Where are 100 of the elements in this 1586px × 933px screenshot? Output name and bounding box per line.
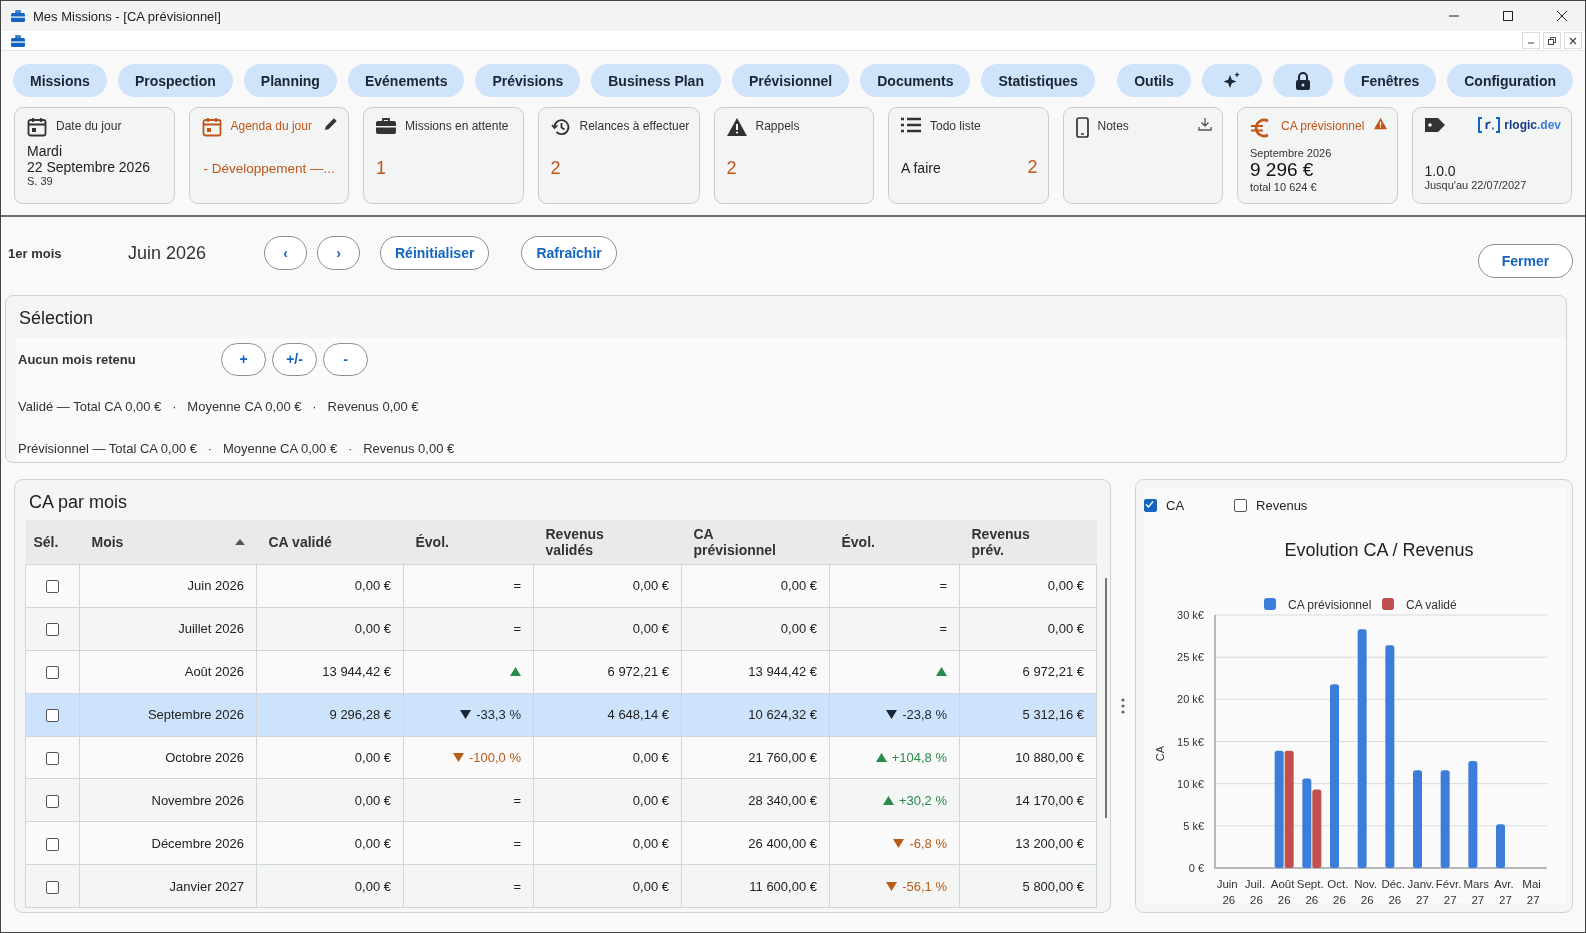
maximize-icon[interactable] bbox=[1503, 11, 1513, 21]
table-row[interactable]: Août 2026 13 944,42 € 6 972,21 € 13 944,42 € 6 972,21 € bbox=[25, 650, 1097, 694]
axis-tick-label: 0 € bbox=[1188, 862, 1204, 874]
selection-button[interactable]: +/- bbox=[272, 342, 317, 376]
card-title: Date du jour bbox=[56, 118, 123, 133]
bar[interactable] bbox=[1274, 750, 1284, 868]
logo-icon bbox=[1478, 117, 1501, 133]
dashboard-card[interactable]: rlogic.dev 1.0.0 Jusqu'au 22/07/2027 bbox=[1411, 107, 1572, 204]
checkbox[interactable] bbox=[1144, 498, 1157, 512]
nav-button[interactable]: Fenêtres bbox=[1343, 64, 1437, 97]
todo-label: A faire bbox=[901, 159, 941, 176]
dashboard-card[interactable]: Rappels 2 bbox=[713, 107, 874, 204]
download-icon[interactable] bbox=[1198, 117, 1212, 131]
table-cell: 5 800,00 € bbox=[959, 864, 1097, 908]
scrollbar[interactable] bbox=[1105, 578, 1107, 818]
nav-button[interactable]: Missions bbox=[13, 64, 107, 97]
close-button[interactable]: Fermer bbox=[1478, 244, 1573, 278]
restore-icon[interactable] bbox=[1548, 36, 1556, 45]
refresh-button[interactable]: Rafraîchir bbox=[521, 236, 617, 270]
table-row[interactable]: Novembre 2026 0,00 € = 0,00 € 28 340,00 € +30,2 % 14 170,00 € bbox=[25, 778, 1097, 822]
row-checkbox[interactable] bbox=[46, 709, 59, 723]
month-value: Juin 2026 bbox=[128, 242, 208, 264]
bar[interactable] bbox=[1440, 770, 1450, 868]
checkbox[interactable] bbox=[1234, 498, 1248, 512]
icon-button[interactable] bbox=[1201, 64, 1262, 97]
column-header[interactable]: Évol. bbox=[829, 520, 960, 565]
panel-title: CA par mois bbox=[28, 491, 129, 514]
dashboard-card[interactable]: Agenda du jour - Développement —... bbox=[188, 107, 349, 204]
nav-button[interactable]: Prospection bbox=[117, 64, 233, 97]
bar[interactable] bbox=[1385, 645, 1395, 868]
check-icon bbox=[1145, 499, 1154, 509]
dashboard-card[interactable]: Relances à effectuer 2 bbox=[537, 107, 700, 204]
table-cell: 0,00 € bbox=[533, 736, 682, 779]
down-triangle-icon bbox=[893, 838, 905, 848]
lock-icon bbox=[1295, 71, 1310, 90]
agenda-item[interactable]: - Développement —... bbox=[201, 161, 338, 176]
reset-button[interactable]: Réinitialiser bbox=[380, 236, 490, 270]
table-row[interactable]: Juin 2026 0,00 € = 0,00 € 0,00 € = 0,00 € bbox=[25, 564, 1097, 608]
column-header[interactable]: Mois bbox=[79, 520, 257, 565]
legend-label: CA prévisionnel bbox=[1288, 598, 1372, 612]
row-checkbox[interactable] bbox=[46, 623, 59, 637]
row-checkbox[interactable] bbox=[46, 880, 59, 894]
nav-button[interactable]: Prévisions bbox=[475, 64, 581, 97]
table-row[interactable]: Octobre 2026 0,00 € -100,0 % 0,00 € 21 760,00 € +104,8 % 10 880,00 € bbox=[25, 736, 1097, 779]
axis-tick-label: Sept. 26 bbox=[1296, 878, 1324, 905]
column-header[interactable]: Revenus prév. bbox=[959, 520, 1097, 565]
next-button[interactable]: › bbox=[317, 236, 360, 270]
list-icon bbox=[901, 117, 921, 133]
table-cell: Novembre 2026 bbox=[79, 778, 257, 822]
table-cell: 0,00 € bbox=[533, 821, 682, 865]
evolution-value: -100,0 % bbox=[468, 749, 521, 765]
dashboard-card[interactable]: Missions en attente 1 bbox=[363, 107, 524, 204]
dashboard-card[interactable]: Date du jour Mardi 22 Septembre 2026 S. 39 bbox=[14, 107, 175, 204]
selection-button[interactable]: + bbox=[221, 342, 266, 376]
icon-button[interactable] bbox=[1272, 64, 1333, 97]
row-checkbox[interactable] bbox=[46, 837, 59, 851]
nav-button[interactable]: Configuration bbox=[1447, 64, 1573, 97]
dashboard-card[interactable]: Notes bbox=[1062, 107, 1223, 204]
splitter-handle-icon[interactable] bbox=[1121, 697, 1125, 714]
close-icon[interactable] bbox=[1569, 36, 1577, 45]
table-row[interactable]: Septembre 2026 9 296,28 € -33,3 % 4 648,14 € 10 624,32 € -23,8 % 5 312,16 € bbox=[25, 693, 1097, 736]
sort-asc-icon[interactable] bbox=[234, 539, 245, 545]
bar[interactable] bbox=[1312, 789, 1322, 868]
row-checkbox[interactable] bbox=[46, 794, 59, 808]
column-header[interactable]: Sél. bbox=[25, 520, 80, 565]
bar[interactable] bbox=[1284, 750, 1294, 868]
evolution-value: = bbox=[939, 578, 947, 594]
table-cell: 0,00 € bbox=[533, 564, 682, 608]
table-row[interactable]: Décembre 2026 0,00 € = 0,00 € 26 400,00 € -6,8 % 13 200,00 € bbox=[25, 821, 1097, 865]
column-header[interactable]: CA validé bbox=[256, 520, 404, 565]
nav-button[interactable]: Business Plan bbox=[591, 64, 721, 97]
bar[interactable] bbox=[1468, 760, 1478, 868]
pencil-icon[interactable] bbox=[324, 117, 338, 131]
bar[interactable] bbox=[1302, 778, 1312, 868]
nav-button[interactable]: Planning bbox=[243, 64, 337, 97]
table-cell: 0,00 € bbox=[533, 607, 682, 651]
column-header[interactable]: Évol. bbox=[403, 520, 534, 565]
row-checkbox[interactable] bbox=[46, 666, 59, 680]
dashboard-card[interactable]: CA prévisionnel Septembre 2026 9 296 € total 10 624 € bbox=[1237, 107, 1398, 204]
table-cell: 13 200,00 € bbox=[959, 821, 1097, 865]
toolbox-icon bbox=[11, 34, 25, 47]
column-header[interactable]: Revenus validés bbox=[533, 520, 682, 565]
close-icon[interactable] bbox=[1557, 11, 1567, 21]
row-checkbox[interactable] bbox=[46, 580, 59, 594]
todo-count: 2 bbox=[1027, 157, 1038, 178]
row-checkbox[interactable] bbox=[46, 751, 59, 765]
previous-button[interactable]: ‹ bbox=[264, 236, 307, 270]
nav-button[interactable]: Outils bbox=[1117, 64, 1191, 97]
nav-button[interactable]: Prévisionnel bbox=[731, 64, 850, 97]
nav-button[interactable]: Statistiques bbox=[981, 64, 1095, 97]
bar[interactable] bbox=[1357, 629, 1367, 868]
selection-button[interactable]: - bbox=[323, 342, 368, 376]
dashboard-card[interactable]: Todo liste A faire 2 bbox=[888, 107, 1049, 204]
column-header[interactable]: CA prévisionnel bbox=[681, 520, 830, 565]
table-row[interactable]: Juillet 2026 0,00 € = 0,00 € 0,00 € = 0,00 € bbox=[25, 607, 1097, 651]
table-cell: 0,00 € bbox=[681, 607, 830, 651]
nav-button[interactable]: Documents bbox=[860, 64, 971, 97]
table-row[interactable]: Janvier 2027 0,00 € = 0,00 € 11 600,00 € -56,1 % 5 800,00 € bbox=[25, 864, 1097, 908]
count-value: 1 bbox=[376, 158, 387, 179]
nav-button[interactable]: Evénements bbox=[347, 64, 465, 97]
